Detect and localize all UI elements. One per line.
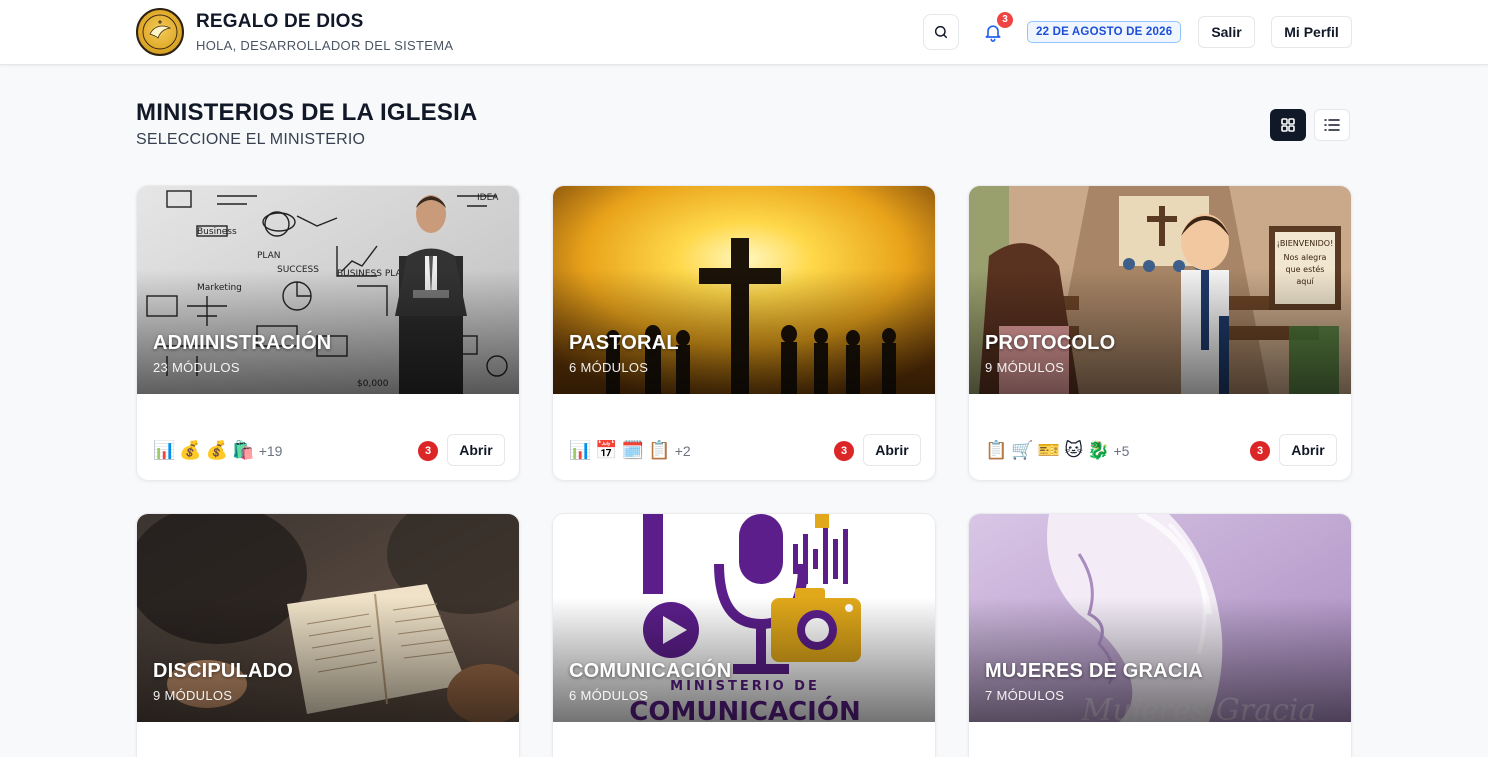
- clipboard-icon: 📋: [648, 440, 671, 460]
- grid-icon: [1281, 118, 1295, 132]
- chart-icon: 📊: [569, 440, 592, 460]
- module-count: 9 MÓDULOS: [985, 360, 1065, 375]
- search-button[interactable]: [923, 14, 959, 50]
- more-modules-count: +2: [674, 443, 691, 459]
- search-icon: [934, 25, 948, 39]
- ministry-name: DISCIPULADO: [153, 660, 293, 682]
- list-icon: [1324, 119, 1340, 131]
- dragon-icon: 🐉: [1087, 440, 1110, 460]
- top-header: REGALO DE DIOS HOLA, DESARROLLADOR DEL S…: [0, 0, 1488, 65]
- module-icons: 📋 🛒 🎫 🐱 🐉 +5: [985, 439, 1133, 462]
- module-count: 23 MÓDULOS: [153, 360, 240, 375]
- ministry-card-administracion[interactable]: BusinessPLANSUCCESS MarketingBUSINESS PL…: [136, 185, 520, 481]
- module-icons: 📊 💰 💰 🛍️ +19: [153, 439, 286, 462]
- money-bag-icon: 💰: [179, 440, 202, 460]
- module-count: 7 MÓDULOS: [985, 688, 1065, 703]
- profile-button[interactable]: Mi Perfil: [1271, 16, 1352, 48]
- module-count: 6 MÓDULOS: [569, 360, 649, 375]
- ministry-card-comunicacion[interactable]: MINISTERIO DE COMUNICACIÓN COMUNICACIÓN …: [552, 513, 936, 757]
- alert-badge: 3: [418, 441, 438, 461]
- ministry-card-discipulado[interactable]: DISCIPULADO 9 MÓDULOS: [136, 513, 520, 757]
- shopping-bags-icon: 🛍️: [232, 440, 255, 460]
- ministry-name: PASTORAL: [569, 332, 679, 354]
- church-logo[interactable]: [136, 8, 184, 56]
- date-badge: 22 DE AGOSTO DE 2026: [1027, 21, 1182, 43]
- open-button[interactable]: Abrir: [863, 434, 921, 466]
- ministry-card-pastoral[interactable]: PASTORAL 6 MÓDULOS 📊 📅 🗓️ 📋 +2 3 Abrir: [552, 185, 936, 481]
- module-count: 9 MÓDULOS: [153, 688, 233, 703]
- cat-icon: 🐱: [1064, 440, 1084, 460]
- money-bag-icon: 💰: [205, 440, 229, 460]
- alert-badge: 3: [834, 441, 854, 461]
- ministry-name: PROTOCOLO: [985, 332, 1116, 354]
- ministry-name: COMUNICACIÓN: [569, 660, 732, 682]
- open-button[interactable]: Abrir: [447, 434, 505, 466]
- alert-badge: 3: [1250, 441, 1270, 461]
- page-subtitle: SELECCIONE EL MINISTERIO: [136, 131, 366, 148]
- card-footer: 📋 🛒 🎫 🐱 🐉 +5 3 Abrir: [985, 434, 1337, 466]
- logout-button[interactable]: Salir: [1198, 16, 1255, 48]
- notification-count-badge: 3: [997, 12, 1013, 28]
- card-footer: 📊 💰 💰 🛍️ +19 3 Abrir: [153, 434, 505, 466]
- cart-icon: 🛒: [1011, 440, 1034, 460]
- spiral-calendar-icon: 🗓️: [621, 440, 645, 460]
- ticket-icon: 🎫: [1037, 440, 1061, 460]
- ministry-name: ADMINISTRACIÓN: [153, 332, 332, 354]
- grid-view-button[interactable]: [1270, 109, 1306, 141]
- page-title: MINISTERIOS DE LA IGLESIA: [136, 99, 478, 126]
- module-count: 6 MÓDULOS: [569, 688, 649, 703]
- ministry-name: MUJERES DE GRACIA: [985, 660, 1203, 682]
- open-button[interactable]: Abrir: [1279, 434, 1337, 466]
- ministry-card-mujeres-de-gracia[interactable]: Mujeres Gracia MUJERES DE GRACIA 7 MÓDUL…: [968, 513, 1352, 757]
- ministry-card-protocolo[interactable]: ¡BIENVENIDO!Nos alegraque estésaquí PROT…: [968, 185, 1352, 481]
- list-view-button[interactable]: [1314, 109, 1350, 141]
- card-footer: 📊 📅 🗓️ 📋 +2 3 Abrir: [569, 434, 921, 466]
- calendar-icon: 📅: [595, 440, 618, 460]
- brand-title: REGALO DE DIOS: [196, 11, 364, 32]
- clipboard-icon: 📋: [985, 440, 1008, 460]
- chart-icon: 📊: [153, 440, 176, 460]
- module-icons: 📊 📅 🗓️ 📋 +2: [569, 439, 695, 462]
- more-modules-count: +19: [258, 443, 283, 459]
- greeting-text: HOLA, DESARROLLADOR DEL SISTEMA: [196, 38, 454, 53]
- more-modules-count: +5: [1113, 443, 1130, 459]
